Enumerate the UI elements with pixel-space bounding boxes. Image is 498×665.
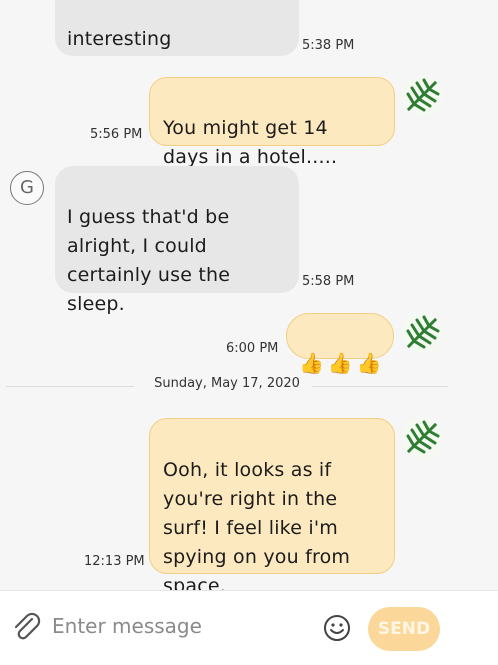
paperclip-icon[interactable] xyxy=(10,611,44,645)
message-text: You might get 14 days in a hotel..... xyxy=(163,117,338,168)
message-input[interactable] xyxy=(52,609,312,643)
date-label: Sunday, May 17, 2020 xyxy=(154,376,300,391)
contact-initial: G xyxy=(20,177,34,198)
divider xyxy=(312,386,448,387)
user-avatar[interactable] xyxy=(402,313,442,353)
incoming-message-bubble[interactable]: interesting xyxy=(55,0,299,56)
smiley-icon[interactable] xyxy=(322,613,352,643)
message-text: I guess that'd be alright, I could certa… xyxy=(67,206,231,315)
message-timestamp: 6:00 PM xyxy=(226,341,279,356)
outgoing-message-bubble[interactable]: Ooh, it looks as if you're right in the … xyxy=(149,418,395,597)
message-timestamp: 5:58 PM xyxy=(302,274,355,289)
fern-leaf-icon xyxy=(402,418,442,458)
user-avatar[interactable] xyxy=(402,76,442,116)
message-timestamp: 5:56 PM xyxy=(90,127,143,142)
message-timestamp: 5:38 PM xyxy=(302,38,355,53)
fern-leaf-icon xyxy=(402,313,442,353)
message-composer: SEND xyxy=(0,590,498,665)
thumbs-up-emoji: 👍👍👍 xyxy=(299,351,386,375)
message-text: interesting xyxy=(67,28,172,50)
outgoing-message-bubble[interactable]: 👍👍👍 xyxy=(286,313,394,375)
contact-avatar[interactable]: G xyxy=(10,171,44,205)
fern-leaf-icon xyxy=(402,76,442,116)
outgoing-message-bubble[interactable]: You might get 14 days in a hotel..... xyxy=(149,77,395,168)
message-text: Ooh, it looks as if you're right in the … xyxy=(163,459,351,597)
incoming-message-bubble[interactable]: I guess that'd be alright, I could certa… xyxy=(55,166,299,315)
user-avatar[interactable] xyxy=(402,418,442,458)
message-timestamp: 12:13 PM xyxy=(84,554,145,569)
send-button[interactable]: SEND xyxy=(368,607,440,651)
date-separator: Sunday, May 17, 2020 xyxy=(0,374,498,398)
